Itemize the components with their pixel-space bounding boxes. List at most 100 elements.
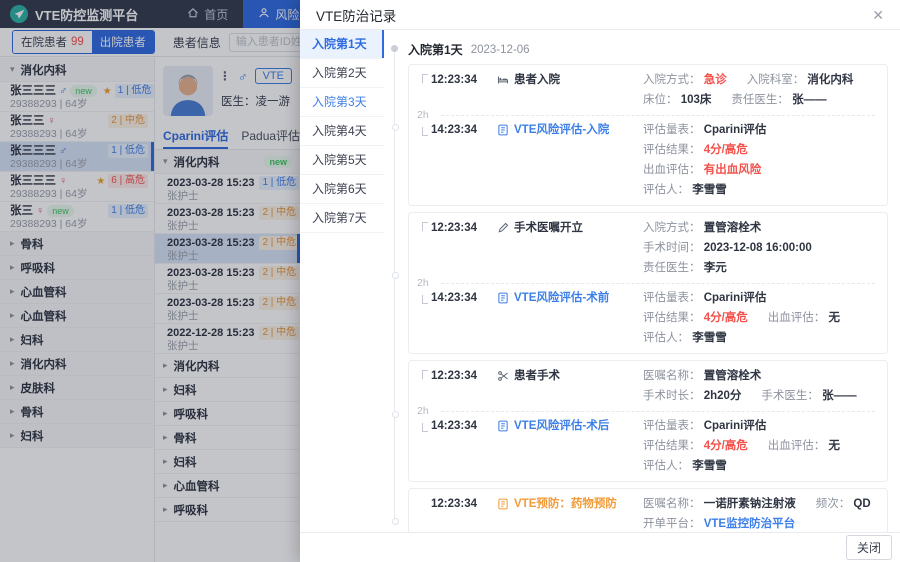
field-value: QD — [853, 498, 870, 510]
timeline-row: 14:23:34 VTE风险评估-术后 评估量表： Cparini评估 评估结果… — [421, 418, 875, 474]
field-label: 出血评估： — [768, 312, 826, 324]
scissors-icon — [497, 370, 509, 382]
bed-icon — [497, 74, 509, 86]
field-value: 无 — [829, 312, 841, 324]
gap-dashed-line — [441, 115, 875, 116]
time-gap: 2h — [421, 277, 875, 289]
doc-blue-icon — [497, 292, 509, 304]
event-time: 12:23:34 — [421, 72, 497, 88]
record-field: 手术医生： 张—— — [761, 388, 856, 404]
record-field: 出血评估： 无 — [768, 310, 840, 326]
event-name: VTE预防：药物预防 — [514, 496, 617, 512]
field-value: 消化内科 — [807, 74, 853, 86]
field-value: 2h20分 — [704, 390, 742, 402]
timeline-card: 12:23:34 患者手术 医嘱名称： 置管溶栓术 手术时长： 2h20分 — [408, 360, 888, 482]
timeline-row: 12:23:34 手术医嘱开立 入院方式： 置管溶栓术 手术时间： 2023-1… — [421, 220, 875, 276]
event-time: 14:23:34 — [421, 290, 497, 306]
event-link[interactable]: VTE预防：药物预防 — [497, 496, 643, 512]
field-label: 手术时间： — [643, 242, 701, 254]
record-field: 责任医生： 李元 — [643, 260, 727, 276]
event-name: VTE风险评估-入院 — [514, 122, 609, 138]
gap-duration: 2h — [417, 277, 441, 289]
field-value: VTE监控防治平台 — [704, 518, 795, 530]
day-menu-item[interactable]: 入院第6天 — [300, 175, 384, 204]
field-value: 4分/高危 — [704, 440, 748, 452]
field-label: 评估结果： — [643, 144, 701, 156]
day-menu-item[interactable]: 入院第1天 — [300, 30, 384, 59]
event-name: 患者手术 — [514, 368, 560, 384]
field-value: 李雪雪 — [692, 184, 727, 196]
event-link[interactable]: VTE风险评估-术后 — [497, 418, 643, 434]
event-time: 12:23:34 — [421, 496, 497, 512]
field-value: 103床 — [681, 94, 712, 106]
doc-blue-icon — [497, 420, 509, 432]
field-label: 手术医生： — [761, 390, 819, 402]
field-value: 4分/高危 — [704, 312, 748, 324]
record-field: 评估人： 李雪雪 — [643, 182, 875, 198]
drawer-footer: 关闭 — [300, 532, 900, 562]
timeline-dot — [391, 45, 398, 52]
event-link[interactable]: VTE风险评估-入院 — [497, 122, 643, 138]
record-field: 评估量表： Cparini评估 — [643, 290, 766, 306]
event-time: 14:23:34 — [421, 122, 497, 138]
day-date: 2023-12-06 — [471, 44, 530, 56]
field-value: 2023-12-08 16:00:00 — [704, 242, 812, 254]
record-field: 责任医生： 张—— — [731, 92, 826, 108]
timeline-card: 12:23:34 VTE预防：药物预防 医嘱名称： 一诺肝素钠注射液 频次： Q… — [408, 488, 888, 532]
close-icon[interactable]: ✕ — [872, 8, 884, 22]
event-link: 患者手术 — [497, 368, 643, 384]
field-value: 张—— — [822, 390, 857, 402]
field-label: 开单平台： — [643, 518, 701, 530]
drawer-body: 入院第1天入院第2天入院第3天入院第4天入院第5天入院第6天入院第7天 入院第1… — [300, 30, 900, 532]
field-value: 置管溶栓术 — [704, 222, 762, 234]
record-field: 医嘱名称： 置管溶栓术 — [643, 368, 761, 384]
day-menu-item[interactable]: 入院第4天 — [300, 117, 384, 146]
vte-record-drawer: VTE防治记录 ✕ 入院第1天入院第2天入院第3天入院第4天入院第5天入院第6天… — [300, 0, 900, 562]
day-menu-item[interactable]: 入院第2天 — [300, 59, 384, 88]
timeline-row: 12:23:34 VTE预防：药物预防 医嘱名称： 一诺肝素钠注射液 频次： Q… — [421, 496, 875, 532]
event-name: VTE风险评估-术前 — [514, 290, 609, 306]
day-menu-item[interactable]: 入院第7天 — [300, 204, 384, 233]
day-menu-item[interactable]: 入院第5天 — [300, 146, 384, 175]
gap-duration: 2h — [417, 109, 441, 121]
field-value: 有出血风险 — [704, 164, 762, 176]
record-field: 评估结果： 4分/高危 — [643, 438, 748, 454]
day-menu-item[interactable]: 入院第3天 — [300, 88, 384, 117]
event-name: VTE风险评估-术后 — [514, 418, 609, 434]
timeline-card: 12:23:34 手术医嘱开立 入院方式： 置管溶栓术 手术时间： 2023-1… — [408, 212, 888, 354]
day-menu: 入院第1天入院第2天入院第3天入院第4天入院第5天入院第6天入院第7天 — [300, 30, 384, 532]
timeline-row: 14:23:34 VTE风险评估-术前 评估量表： Cparini评估 评估结果… — [421, 290, 875, 346]
field-label: 评估人： — [643, 460, 689, 472]
field-label: 医嘱名称： — [643, 370, 701, 382]
event-time: 12:23:34 — [421, 220, 497, 236]
field-value: 一诺肝素钠注射液 — [704, 498, 796, 510]
record-field: 评估人： 李雪雪 — [643, 330, 875, 346]
event-link: 手术医嘱开立 — [497, 220, 643, 236]
event-time: 12:23:34 — [421, 368, 497, 384]
field-value: Cparini评估 — [704, 124, 767, 136]
field-value: Cparini评估 — [704, 292, 767, 304]
field-label: 评估量表： — [643, 292, 701, 304]
gap-dashed-line — [441, 411, 875, 412]
field-value: 急诊 — [704, 74, 727, 86]
drawer-title: VTE防治记录 — [316, 5, 396, 25]
record-field: 医嘱名称： 一诺肝素钠注射液 — [643, 496, 796, 512]
event-link[interactable]: VTE风险评估-术前 — [497, 290, 643, 306]
time-gap: 2h — [421, 109, 875, 121]
event-time: 14:23:34 — [421, 418, 497, 434]
field-label: 床位： — [643, 94, 678, 106]
event-link: 患者入院 — [497, 72, 643, 88]
field-label: 医嘱名称： — [643, 498, 701, 510]
record-field: 入院科室： 消化内科 — [747, 72, 854, 88]
record-field: 手术时长： 2h20分 — [643, 388, 741, 404]
timeline-row: 12:23:34 患者手术 医嘱名称： 置管溶栓术 手术时长： 2h20分 — [421, 368, 875, 404]
field-label: 评估结果： — [643, 440, 701, 452]
close-button[interactable]: 关闭 — [846, 535, 892, 560]
field-label: 出血评估： — [643, 164, 701, 176]
event-name: 手术医嘱开立 — [514, 220, 583, 236]
field-value: 置管溶栓术 — [704, 370, 762, 382]
record-field: 评估人： 李雪雪 — [643, 458, 875, 474]
record-field: 入院方式： 置管溶栓术 — [643, 220, 761, 236]
field-label: 出血评估： — [768, 440, 826, 452]
doc-orange-icon — [497, 498, 509, 510]
